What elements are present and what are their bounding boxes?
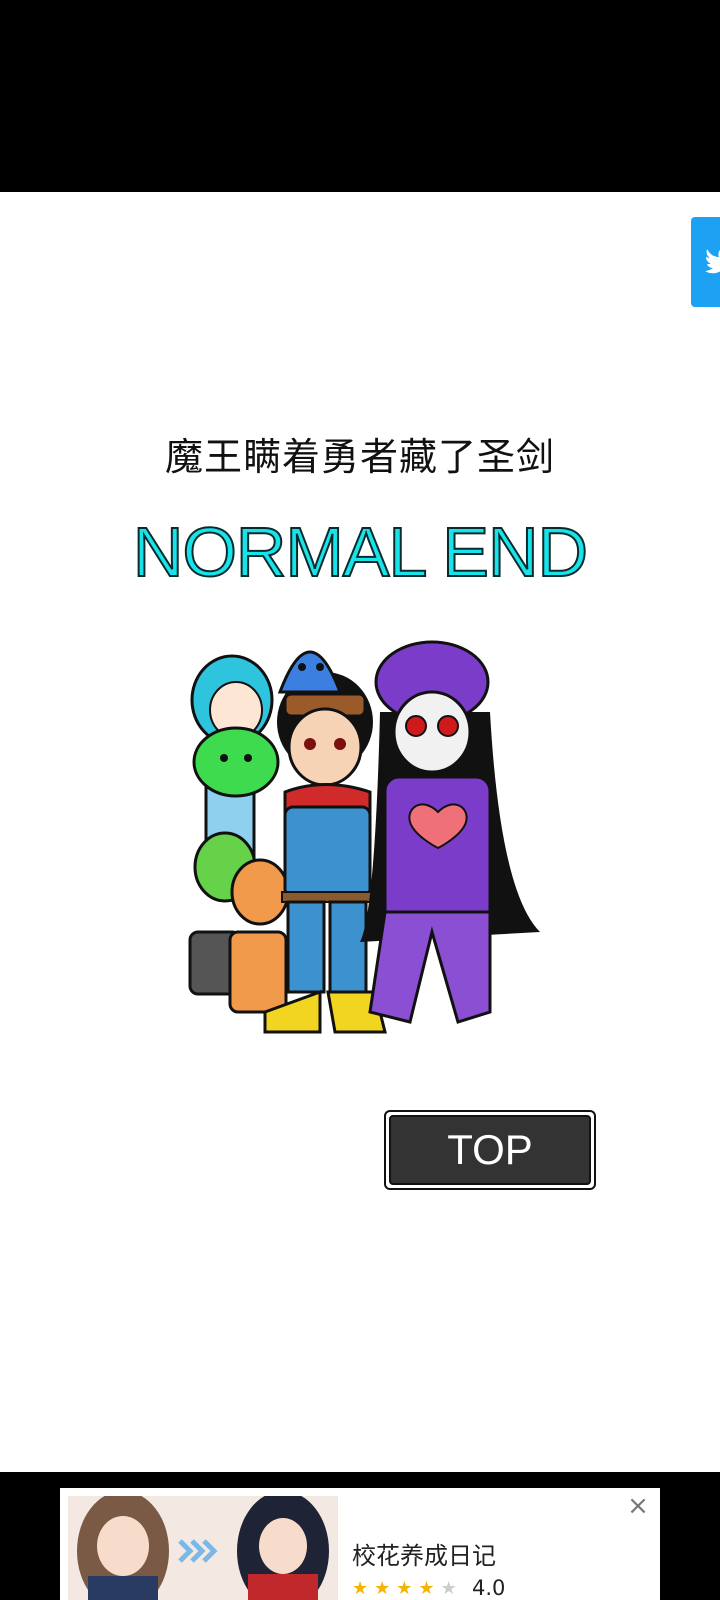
twitter-bird-icon	[705, 249, 720, 274]
top-button-label: TOP	[389, 1115, 591, 1185]
top-button[interactable]: TOP	[384, 1110, 596, 1190]
characters-illustration	[188, 640, 540, 1034]
star-icon: ★	[374, 1578, 397, 1599]
ending-title: NORMAL END	[132, 512, 589, 592]
star-icon: ★	[418, 1578, 441, 1599]
star-empty-icon: ★	[440, 1578, 463, 1599]
ad-banner-area: 校花养成日记 ★★★★★ 4.0 ×	[0, 1472, 720, 1600]
ad-rating-value: 4.0	[472, 1576, 506, 1600]
close-icon[interactable]: ×	[626, 1493, 650, 1519]
ad-image	[68, 1496, 338, 1600]
ad-banner[interactable]: 校花养成日记 ★★★★★ 4.0 ×	[60, 1488, 660, 1600]
twitter-share-button[interactable]	[691, 217, 720, 307]
top-black-bar	[0, 0, 720, 192]
star-icon: ★	[396, 1578, 419, 1599]
ending-screen: 魔王瞒着勇者藏了圣剑 NORMAL END TOP	[0, 192, 720, 1472]
ending-subtitle: 魔王瞒着勇者藏了圣剑	[164, 435, 555, 479]
star-icon: ★	[352, 1578, 375, 1599]
ad-rating-stars: ★★★★★	[352, 1578, 463, 1599]
ad-title: 校花养成日记	[352, 1542, 496, 1570]
